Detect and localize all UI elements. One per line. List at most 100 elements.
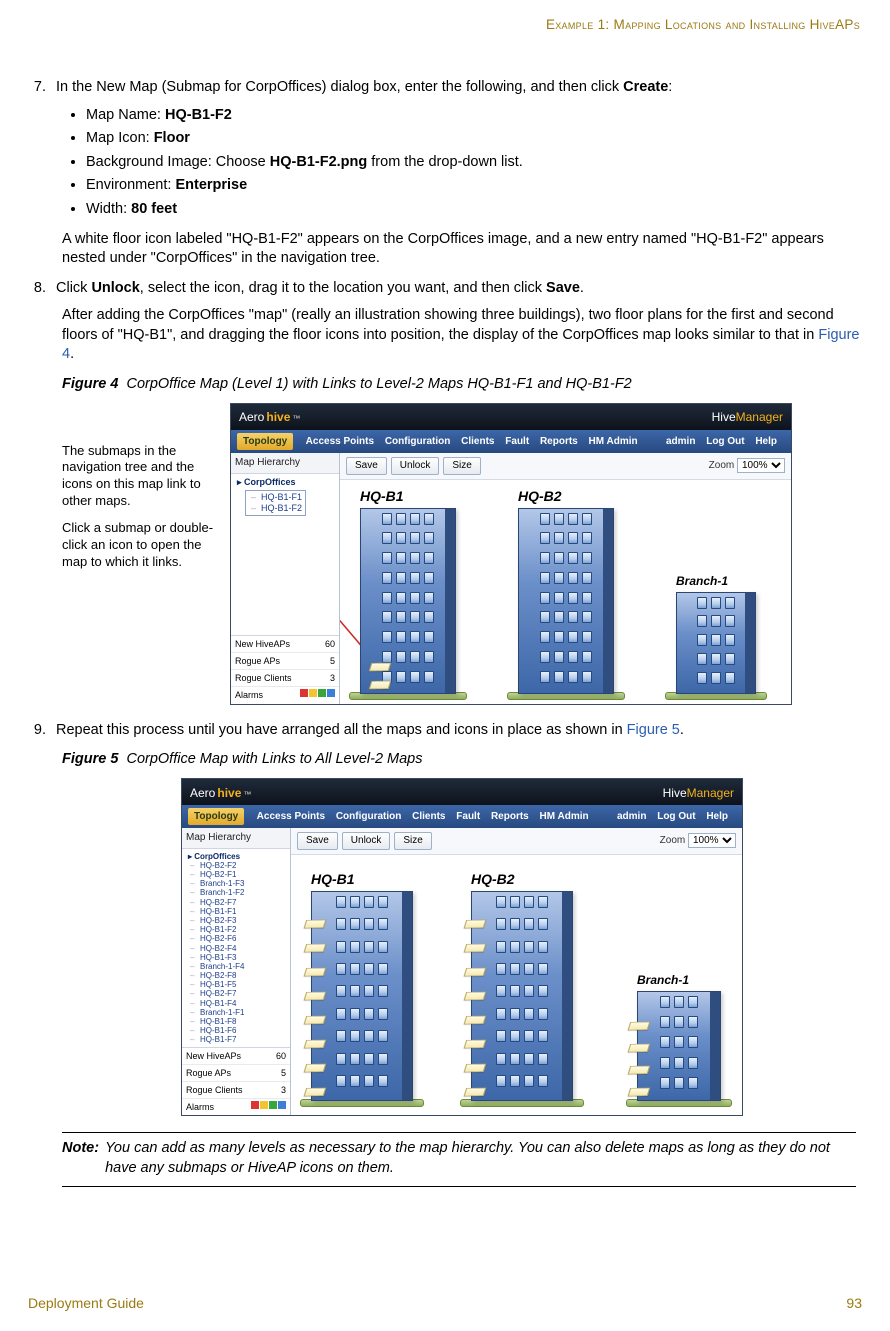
map-scene[interactable]: HQ-B1 [291,855,742,1111]
page-footer: Deployment Guide 93 [28,1294,862,1313]
nav-hm-admin[interactable]: HM Admin [540,811,589,822]
tree-item[interactable]: HQ-B2-F3 [188,916,286,925]
building-branch-1[interactable]: Branch-1 [676,573,756,699]
stat-alarms[interactable]: Alarms [231,686,339,703]
nav-admin[interactable]: admin [617,811,646,822]
nav-configuration[interactable]: Configuration [336,811,402,822]
floor-map-icon[interactable] [464,1063,487,1072]
floor-map-icon[interactable] [304,919,327,928]
floor-map-icon[interactable] [464,991,487,1000]
nav-tree[interactable]: ▸ CorpOffices HQ-B2-F2HQ-B2-F1Branch-1-F… [182,849,290,1047]
floor-map-icon[interactable] [628,1043,651,1052]
tree-item[interactable]: HQ-B1-F8 [188,1017,286,1026]
nav-topology[interactable]: Topology [188,808,244,826]
tree-item[interactable]: HQ-B1-F5 [188,980,286,989]
tree-item[interactable]: Branch-1-F1 [188,1008,286,1017]
floor-map-icon[interactable] [304,943,327,952]
nav-fault[interactable]: Fault [456,811,480,822]
nav-reports[interactable]: Reports [491,811,529,822]
tree-item[interactable]: HQ-B2-F1 [188,870,286,879]
floor-map-icon[interactable] [304,1063,327,1072]
tree-item[interactable]: HQ-B2-F7 [188,989,286,998]
building-branch-1[interactable]: Branch-1 [637,972,721,1106]
nav-admin[interactable]: admin [666,436,695,447]
map-scene[interactable]: HQ-B1 [340,480,791,704]
tree-item[interactable]: HQ-B1-F1 [249,492,302,503]
tree-item[interactable]: HQ-B1-F1 [188,907,286,916]
tree-item[interactable]: HQ-B1-F4 [188,999,286,1008]
nav-access-points[interactable]: Access Points [257,811,325,822]
tree-root[interactable]: ▸ CorpOffices [188,852,286,861]
floor-map-icon[interactable] [464,1087,487,1096]
zoom-select[interactable]: 100% [737,458,785,473]
floor-map-icon[interactable] [628,1021,651,1030]
tree-item[interactable]: HQ-B2-F2 [188,861,286,870]
floor-map-icon[interactable] [369,680,392,689]
figure-title: CorpOffice Map (Level 1) with Links to L… [126,376,631,392]
nav-clients[interactable]: Clients [412,811,445,822]
tree-item[interactable]: HQ-B2-F8 [188,971,286,980]
floor-map-icon[interactable] [628,1087,651,1096]
floor-map-icon[interactable] [464,1015,487,1024]
footer-left: Deployment Guide [28,1294,144,1313]
nav-configuration[interactable]: Configuration [385,436,451,447]
zoom-select[interactable]: 100% [688,833,736,848]
floor-map-icon[interactable] [369,662,392,671]
nav-hm-admin[interactable]: HM Admin [589,436,638,447]
floor-map-icon[interactable] [628,1065,651,1074]
save-button[interactable]: Save [346,457,387,475]
nav-fault[interactable]: Fault [505,436,529,447]
building-hq-b2[interactable]: HQ-B2 [518,487,614,700]
tree-item[interactable]: HQ-B2-F4 [188,944,286,953]
tree-item[interactable]: Branch-1-F3 [188,879,286,888]
nav-topology[interactable]: Topology [237,433,293,451]
size-button[interactable]: Size [394,832,431,850]
unlock-button[interactable]: Unlock [391,457,440,475]
tree-item[interactable]: HQ-B1-F6 [188,1026,286,1035]
floor-map-icon[interactable] [304,967,327,976]
tree-item[interactable]: HQ-B2-F6 [188,934,286,943]
tree-boxed[interactable]: HQ-B1-F1 HQ-B1-F2 [245,490,306,517]
figure-title: CorpOffice Map with Links to All Level-2… [126,751,422,767]
stat-rogue-clients[interactable]: Rogue Clients3 [182,1081,290,1098]
step7-lead: In the New Map (Submap for CorpOffices) … [56,79,672,95]
tree-item[interactable]: HQ-B1-F2 [188,925,286,934]
floor-map-icon[interactable] [464,943,487,952]
floor-map-icon[interactable] [304,1039,327,1048]
nav-logout[interactable]: Log Out [706,436,744,447]
tree-item[interactable]: HQ-B1-F3 [188,953,286,962]
aerohive-logo: Aerohive™ [190,785,251,801]
stat-new-hiveaps[interactable]: New HiveAPs60 [231,636,339,652]
floor-map-icon[interactable] [464,967,487,976]
size-button[interactable]: Size [443,457,480,475]
floor-map-icon[interactable] [304,1015,327,1024]
stat-alarms[interactable]: Alarms [182,1098,290,1115]
nav-reports[interactable]: Reports [540,436,578,447]
save-button[interactable]: Save [297,832,338,850]
nav-clients[interactable]: Clients [461,436,494,447]
stat-new-hiveaps[interactable]: New HiveAPs60 [182,1048,290,1064]
nav-logout[interactable]: Log Out [657,811,695,822]
tree-item[interactable]: Branch-1-F4 [188,962,286,971]
floor-map-icon[interactable] [304,991,327,1000]
tree-item[interactable]: HQ-B2-F7 [188,898,286,907]
stat-rogue-clients[interactable]: Rogue Clients3 [231,669,339,686]
aside-text-2: Click a submap or double-click an icon t… [62,520,222,571]
tree-item[interactable]: Branch-1-F2 [188,888,286,897]
stat-rogue-aps[interactable]: Rogue APs5 [231,652,339,669]
stat-rogue-aps[interactable]: Rogue APs5 [182,1064,290,1081]
floor-map-icon[interactable] [304,1087,327,1096]
figure-5-link[interactable]: Figure 5 [627,722,680,738]
tree-item[interactable]: HQ-B1-F2 [249,503,302,514]
floor-map-icon[interactable] [464,919,487,928]
building-hq-b2[interactable]: HQ-B2 [471,870,573,1107]
nav-tree[interactable]: ▸ CorpOffices HQ-B1-F1 HQ-B1-F2 [231,474,339,557]
floor-map-icon[interactable] [464,1039,487,1048]
nav-help[interactable]: Help [706,811,728,822]
tree-root[interactable]: ▸ CorpOffices [237,477,335,488]
nav-help[interactable]: Help [755,436,777,447]
tree-item[interactable]: HQ-B1-F7 [188,1035,286,1044]
unlock-button[interactable]: Unlock [342,832,391,850]
nav-access-points[interactable]: Access Points [306,436,374,447]
building-hq-b1[interactable]: HQ-B1 [311,870,413,1107]
